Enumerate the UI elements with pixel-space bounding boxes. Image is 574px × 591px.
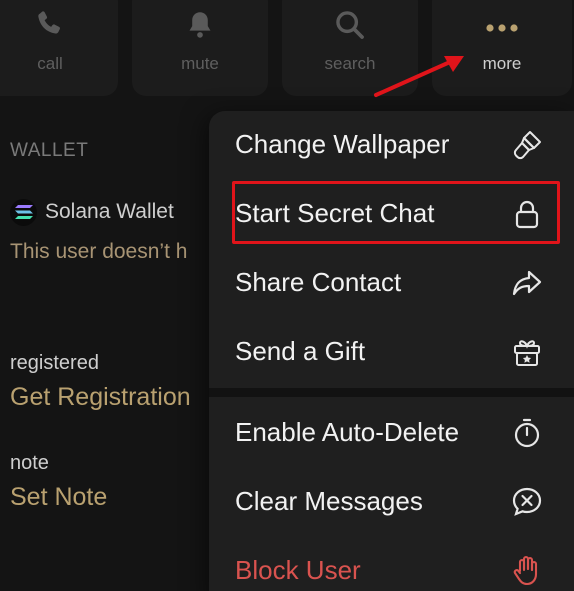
clear-chat-icon [510,485,544,519]
menu-item-label: Block User [235,555,361,585]
menu-item-label: Change Wallpaper [235,129,450,159]
solana-icon [10,198,37,226]
menu-item-label: Send a Gift [235,336,366,366]
menu-separator [209,388,574,397]
get-registration-link[interactable]: Get Registration [10,383,191,412]
menu-item-share-contact[interactable]: Share Contact [209,249,574,318]
registered-label: registered [10,352,99,374]
more-dots-icon [482,8,522,47]
timer-icon [510,416,544,450]
menu-item-label: Enable Auto-Delete [235,417,460,447]
brush-icon [510,128,544,162]
share-arrow-icon [510,266,544,300]
mute-label: mute [181,54,219,73]
menu-item-clear-messages[interactable]: Clear Messages [209,468,574,537]
set-note-link[interactable]: Set Note [10,483,107,512]
wallet-row[interactable]: Solana Wallet [10,198,174,226]
search-icon [333,8,367,47]
call-label: call [37,54,63,73]
menu-item-block-user[interactable]: Block User [209,537,574,591]
action-bar: call mute search more [0,0,574,100]
menu-item-enable-auto-delete[interactable]: Enable Auto-Delete [209,399,574,468]
menu-item-label: Share Contact [235,267,402,297]
wallet-section-header: WALLET [10,140,89,161]
mute-button[interactable]: mute [132,0,268,96]
menu-item-change-wallpaper[interactable]: Change Wallpaper [209,111,574,180]
note-label: note [10,452,49,474]
menu-item-send-gift[interactable]: Send a Gift [209,318,574,387]
menu-item-label: Clear Messages [235,486,423,516]
wallet-name: Solana Wallet [45,200,174,223]
phone-icon [33,8,67,47]
call-button[interactable]: call [0,0,118,96]
wallet-subtitle: This user doesn’t h [10,240,188,263]
bell-icon [183,8,217,47]
gift-icon [510,335,544,369]
annotation-highlight-box [232,181,560,244]
annotation-arrow-icon [374,56,464,97]
hand-stop-icon [510,554,544,588]
